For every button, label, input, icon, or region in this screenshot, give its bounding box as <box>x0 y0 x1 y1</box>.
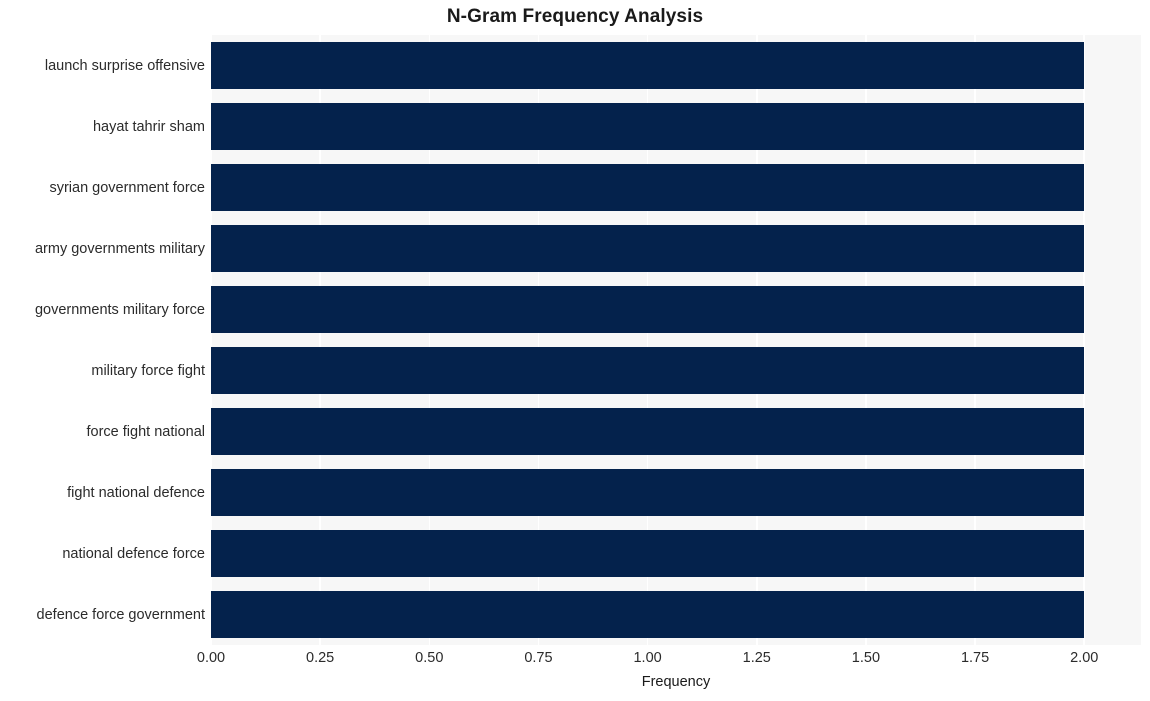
y-tick-label: military force fight <box>91 362 205 379</box>
bar <box>211 407 1085 456</box>
y-tick-label: hayat tahrir sham <box>92 118 205 135</box>
y-tick-label: army governments military <box>34 240 205 257</box>
x-tick-label: 1.00 <box>633 650 662 666</box>
x-tick-label: 1.25 <box>742 650 771 666</box>
y-tick-label: force fight national <box>86 423 206 440</box>
x-tick-label: 1.50 <box>851 650 881 666</box>
y-tick-label: launch surprise offensive <box>44 57 205 74</box>
x-tick-label: 0.25 <box>306 650 335 666</box>
bar <box>211 468 1085 517</box>
x-tick-label: 0.75 <box>524 650 553 666</box>
bar-series <box>211 35 1141 645</box>
bar <box>211 102 1085 151</box>
bar <box>211 529 1085 578</box>
x-tick-label: 1.75 <box>960 650 990 666</box>
bar <box>211 590 1085 639</box>
plot-area <box>210 35 1141 645</box>
y-tick-label: national defence force <box>62 545 205 562</box>
bar <box>211 41 1085 90</box>
y-axis-tick-labels: launch surprise offensive hayat tahrir sh… <box>0 35 205 645</box>
y-tick-label: defence force government <box>36 606 205 623</box>
x-axis-tick-labels: 0.00 0.25 0.50 0.75 1.00 1.25 1.50 1.75 2.00 <box>0 650 1150 672</box>
bar <box>211 285 1085 334</box>
x-tick-label: 0.00 <box>196 650 226 666</box>
x-axis-title: Frequency <box>641 674 711 690</box>
bar <box>211 346 1085 395</box>
bar <box>211 163 1085 212</box>
y-tick-label: syrian government force <box>49 179 205 196</box>
bar <box>211 224 1085 273</box>
x-tick-label: 2.00 <box>1070 650 1099 666</box>
chart-figure: N-Gram Frequency Analysis launch surpris… <box>0 0 1150 701</box>
x-tick-label: 0.50 <box>415 650 444 666</box>
y-tick-label: fight national defence <box>67 484 205 501</box>
chart-title: N-Gram Frequency Analysis <box>446 6 704 27</box>
y-tick-label: governments military force <box>34 301 205 318</box>
